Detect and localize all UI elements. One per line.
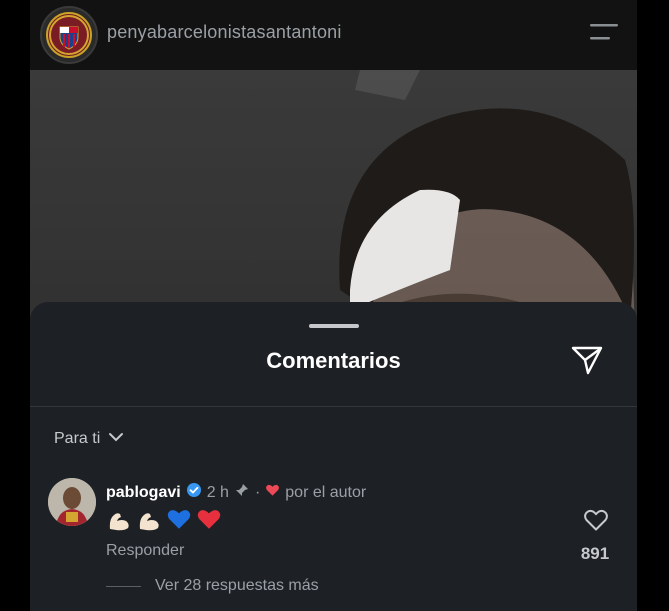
menu-icon[interactable]	[588, 22, 620, 42]
comment-text	[106, 507, 222, 533]
comment-username[interactable]: pablogavi	[106, 484, 181, 502]
replies-connector-line	[106, 586, 141, 587]
instagram-reel-screen: penyabarcelonistasantantoni Comentarios	[30, 0, 637, 611]
fc-barcelona-crest-icon	[46, 12, 92, 58]
comments-filter-dropdown[interactable]: Para ti	[54, 428, 124, 450]
meta-separator: ·	[254, 483, 261, 501]
flexed-biceps-icon	[106, 507, 132, 533]
heart-icon	[265, 483, 280, 502]
sheet-divider	[30, 406, 637, 407]
blue-heart-icon	[166, 507, 192, 533]
post-header: penyabarcelonistasantantoni	[30, 0, 637, 68]
pin-icon	[234, 482, 250, 503]
commenter-avatar[interactable]	[48, 478, 96, 526]
like-count: 891	[580, 544, 610, 563]
drag-handle[interactable]	[309, 324, 359, 328]
flexed-biceps-icon	[136, 507, 162, 533]
comment-time: 2 h	[206, 483, 229, 501]
filter-label: Para ti	[54, 430, 101, 447]
red-heart-icon	[196, 507, 222, 533]
like-heart-icon[interactable]	[583, 508, 609, 532]
account-username[interactable]: penyabarcelonistasantantoni	[107, 22, 342, 43]
comments-title: Comentarios	[266, 348, 401, 373]
send-icon[interactable]	[570, 344, 604, 376]
comment-meta: pablogavi 2 h · por el autor	[106, 482, 366, 503]
comments-sheet: Comentarios Para ti pablogavi 2 h · por …	[30, 302, 637, 611]
liked-by-author-label: por el autor	[285, 483, 367, 501]
chevron-down-icon	[108, 430, 124, 448]
view-replies-button[interactable]: Ver 28 respuestas más	[155, 577, 319, 595]
verified-badge-icon	[186, 482, 202, 503]
reply-button[interactable]: Responder	[106, 542, 184, 560]
account-avatar[interactable]	[40, 6, 98, 64]
